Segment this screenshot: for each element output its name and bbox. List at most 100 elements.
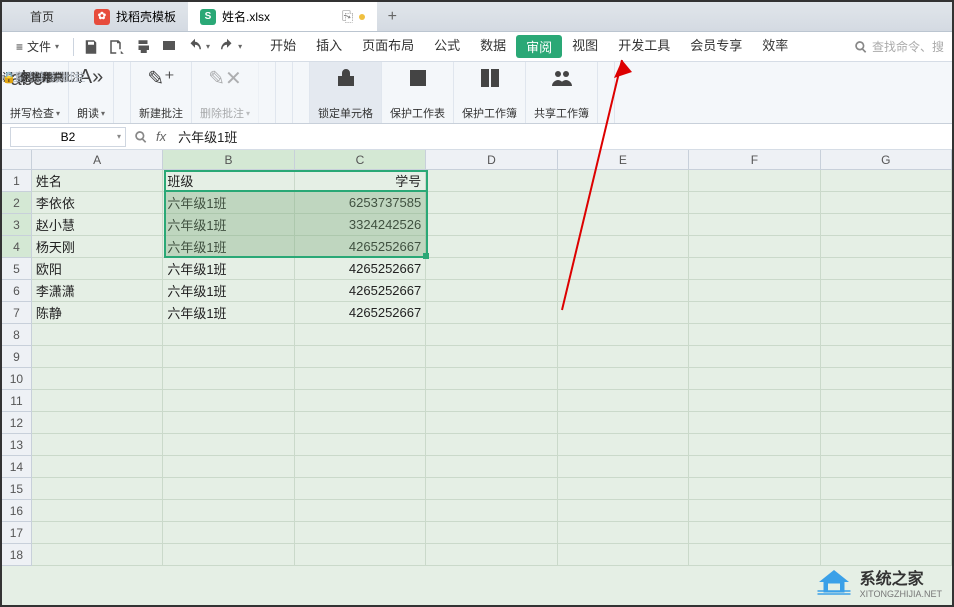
col-header-C[interactable]: C xyxy=(295,150,426,170)
cell[interactable] xyxy=(821,544,952,566)
spreadsheet-grid[interactable]: A B C D E F G 1姓名班级学号2李依依六年级1班6253737585… xyxy=(2,150,952,605)
cell[interactable] xyxy=(821,324,952,346)
cell[interactable] xyxy=(32,368,163,390)
cell[interactable]: 李潇潇 xyxy=(32,280,163,302)
cell[interactable] xyxy=(821,500,952,522)
cell[interactable]: 欧阳 xyxy=(32,258,163,280)
cell[interactable] xyxy=(821,412,952,434)
row-header[interactable]: 5 xyxy=(2,258,32,280)
row-header[interactable]: 12 xyxy=(2,412,32,434)
cell[interactable]: 杨天刚 xyxy=(32,236,163,258)
cell[interactable]: 4265252667 xyxy=(295,236,426,258)
cell[interactable] xyxy=(689,434,820,456)
cell[interactable] xyxy=(426,170,557,192)
cell[interactable]: 3324242526 xyxy=(295,214,426,236)
cell[interactable] xyxy=(295,456,426,478)
print-icon[interactable] xyxy=(134,38,152,56)
cell[interactable] xyxy=(426,500,557,522)
menu-view[interactable]: 视图 xyxy=(562,35,608,58)
print-preview-icon[interactable] xyxy=(160,38,178,56)
cell[interactable] xyxy=(689,522,820,544)
cell[interactable] xyxy=(426,302,557,324)
cell[interactable] xyxy=(821,302,952,324)
formula-input[interactable]: 六年级1班 xyxy=(174,127,944,146)
row-header[interactable]: 7 xyxy=(2,302,32,324)
cell[interactable] xyxy=(689,478,820,500)
row-header[interactable]: 15 xyxy=(2,478,32,500)
save-icon[interactable] xyxy=(82,38,100,56)
menu-data[interactable]: 数据 xyxy=(470,35,516,58)
cell[interactable] xyxy=(426,280,557,302)
cell[interactable] xyxy=(426,390,557,412)
name-box[interactable]: B2 ▾ xyxy=(10,127,126,147)
cell[interactable] xyxy=(821,170,952,192)
cell[interactable]: 姓名 xyxy=(32,170,163,192)
cell[interactable] xyxy=(32,456,163,478)
cell[interactable] xyxy=(426,368,557,390)
cell[interactable] xyxy=(558,368,689,390)
cell[interactable] xyxy=(426,324,557,346)
menu-review[interactable]: 审阅 xyxy=(516,35,562,58)
menu-pagelayout[interactable]: 页面布局 xyxy=(352,35,424,58)
cell[interactable] xyxy=(426,258,557,280)
col-header-D[interactable]: D xyxy=(426,150,557,170)
cell[interactable] xyxy=(163,368,294,390)
menu-start[interactable]: 开始 xyxy=(260,35,306,58)
cell[interactable]: 4265252667 xyxy=(295,280,426,302)
cell[interactable] xyxy=(295,346,426,368)
cell[interactable] xyxy=(426,412,557,434)
col-header-E[interactable]: E xyxy=(558,150,689,170)
cell[interactable] xyxy=(558,280,689,302)
cell[interactable]: 六年级1班 xyxy=(163,258,294,280)
cell[interactable] xyxy=(689,258,820,280)
undo-icon[interactable] xyxy=(186,38,204,56)
cell[interactable]: 学号 xyxy=(295,170,426,192)
menu-efficiency[interactable]: 效率 xyxy=(752,35,798,58)
cell[interactable] xyxy=(295,544,426,566)
cell[interactable] xyxy=(689,368,820,390)
cell[interactable] xyxy=(426,192,557,214)
cell[interactable] xyxy=(558,258,689,280)
cell[interactable]: 李依依 xyxy=(32,192,163,214)
cell[interactable] xyxy=(689,192,820,214)
select-all-corner[interactable] xyxy=(2,150,32,170)
col-header-G[interactable]: G xyxy=(821,150,952,170)
cell[interactable] xyxy=(163,522,294,544)
cell[interactable] xyxy=(32,544,163,566)
cell[interactable]: 陈静 xyxy=(32,302,163,324)
cell[interactable]: 六年级1班 xyxy=(163,280,294,302)
cell[interactable] xyxy=(426,456,557,478)
row-header[interactable]: 11 xyxy=(2,390,32,412)
cell[interactable] xyxy=(295,412,426,434)
cell[interactable] xyxy=(558,390,689,412)
tab-restore-icon[interactable]: ⎘ xyxy=(342,8,353,25)
row-header[interactable]: 6 xyxy=(2,280,32,302)
cell[interactable] xyxy=(558,302,689,324)
cell[interactable] xyxy=(558,324,689,346)
cell[interactable] xyxy=(689,544,820,566)
cell[interactable] xyxy=(558,500,689,522)
cell[interactable]: 六年级1班 xyxy=(163,236,294,258)
row-header[interactable]: 1 xyxy=(2,170,32,192)
row-header[interactable]: 4 xyxy=(2,236,32,258)
cell[interactable] xyxy=(821,192,952,214)
cell[interactable] xyxy=(558,346,689,368)
cell[interactable] xyxy=(32,522,163,544)
cell[interactable] xyxy=(821,214,952,236)
cell[interactable] xyxy=(558,236,689,258)
menu-formula[interactable]: 公式 xyxy=(424,35,470,58)
cell[interactable] xyxy=(32,324,163,346)
cell[interactable]: 六年级1班 xyxy=(163,192,294,214)
cell[interactable] xyxy=(689,500,820,522)
cell[interactable]: 六年级1班 xyxy=(163,302,294,324)
row-header[interactable]: 3 xyxy=(2,214,32,236)
col-header-A[interactable]: A xyxy=(32,150,163,170)
cell[interactable] xyxy=(295,368,426,390)
menu-devtools[interactable]: 开发工具 xyxy=(608,35,680,58)
cell[interactable] xyxy=(689,214,820,236)
cell[interactable] xyxy=(558,170,689,192)
cell[interactable] xyxy=(558,214,689,236)
cell[interactable] xyxy=(426,544,557,566)
cell[interactable] xyxy=(295,324,426,346)
cell[interactable] xyxy=(821,280,952,302)
